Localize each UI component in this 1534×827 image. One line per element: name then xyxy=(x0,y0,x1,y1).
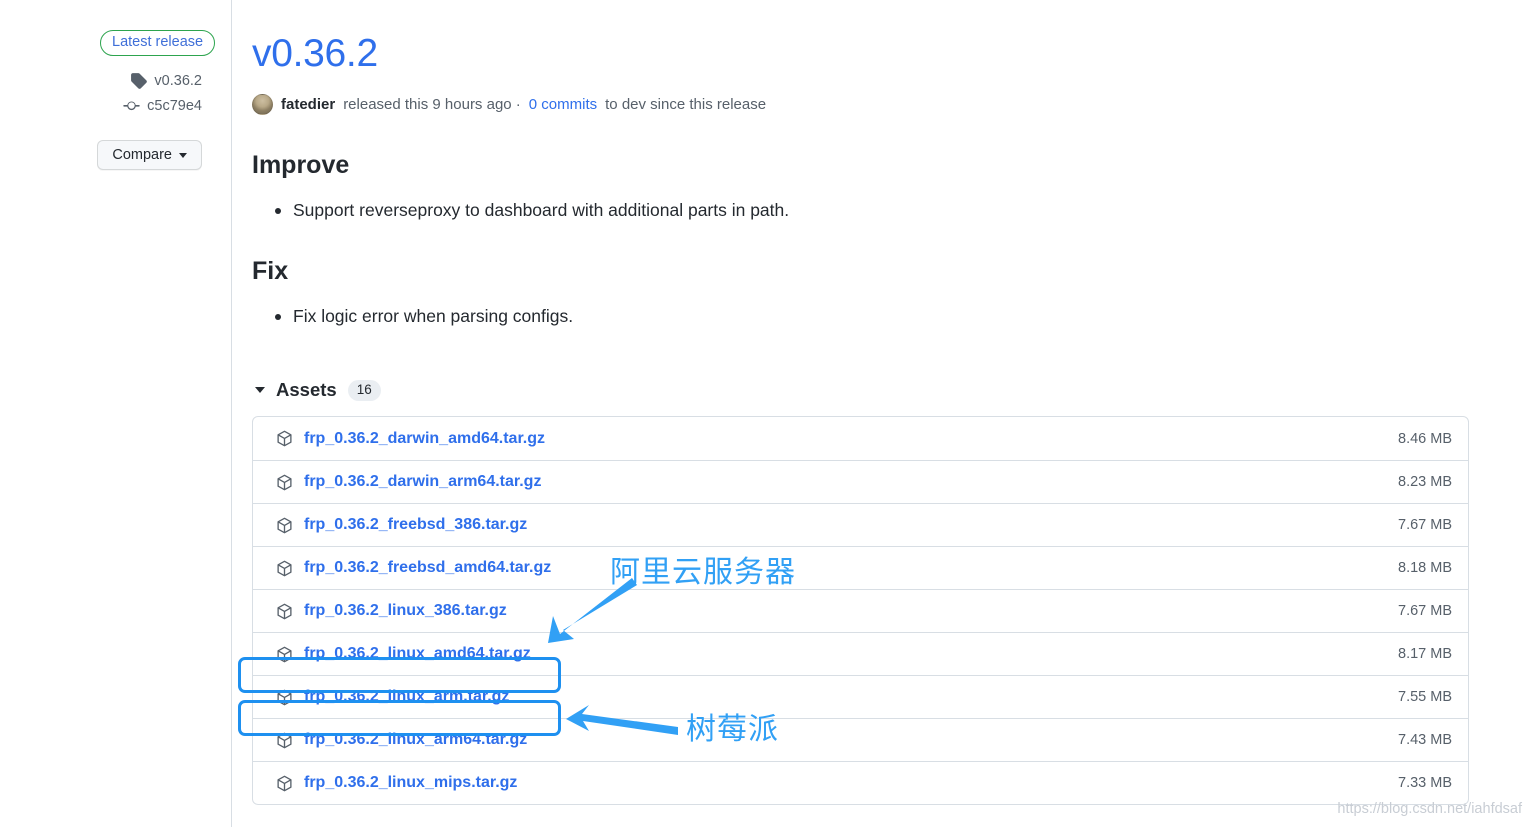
chevron-down-icon xyxy=(179,152,187,158)
commit-value: c5c79e4 xyxy=(147,97,202,114)
table-row[interactable]: frp_0.36.2_darwin_amd64.tar.gz 8.46 MB xyxy=(253,417,1468,460)
compare-button[interactable]: Compare xyxy=(97,140,202,170)
asset-link[interactable]: frp_0.36.2_linux_mips.tar.gz xyxy=(304,774,517,792)
tag-row[interactable]: v0.36.2 xyxy=(0,72,231,89)
list-item: Fix logic error when parsing configs. xyxy=(275,303,1534,329)
table-row[interactable]: frp_0.36.2_linux_386.tar.gz 7.67 MB xyxy=(253,589,1468,632)
commits-link[interactable]: 0 commits xyxy=(529,96,597,113)
asset-link[interactable]: frp_0.36.2_darwin_arm64.tar.gz xyxy=(304,473,541,491)
package-icon xyxy=(276,603,293,620)
released-text: released this 9 hours ago · xyxy=(343,96,521,113)
package-icon xyxy=(276,517,293,534)
commit-row[interactable]: c5c79e4 xyxy=(0,97,231,114)
release-sidebar: Latest release v0.36.2 c5c79e4 Compare xyxy=(0,0,232,827)
tag-value: v0.36.2 xyxy=(154,72,202,89)
asset-size: 7.67 MB xyxy=(1398,517,1452,533)
asset-link[interactable]: frp_0.36.2_linux_386.tar.gz xyxy=(304,602,507,620)
package-icon xyxy=(276,560,293,577)
compare-label: Compare xyxy=(112,147,172,163)
fix-heading: Fix xyxy=(252,257,289,285)
table-row[interactable]: frp_0.36.2_linux_arm64.tar.gz 7.43 MB xyxy=(253,718,1468,761)
since-text: to dev since this release xyxy=(605,96,767,113)
package-icon xyxy=(276,689,293,706)
assets-list: frp_0.36.2_darwin_amd64.tar.gz 8.46 MB frp… xyxy=(252,416,1469,805)
asset-size: 7.43 MB xyxy=(1398,732,1452,748)
table-row[interactable]: frp_0.36.2_linux_mips.tar.gz 7.33 MB xyxy=(253,761,1468,804)
git-commit-icon xyxy=(123,97,140,114)
assets-label: Assets xyxy=(276,379,337,400)
release-title[interactable]: v0.36.2 xyxy=(252,30,1534,78)
release-author[interactable]: fatedier xyxy=(281,96,335,113)
table-row[interactable]: frp_0.36.2_linux_arm.tar.gz 7.55 MB xyxy=(253,675,1468,718)
list-item: Support reverseproxy to dashboard with a… xyxy=(275,197,1534,223)
asset-size: 7.55 MB xyxy=(1398,689,1452,705)
package-icon xyxy=(276,430,293,447)
package-icon xyxy=(276,646,293,663)
compare-wrap: Compare xyxy=(0,140,231,170)
triangle-down-icon[interactable] xyxy=(255,387,265,393)
asset-size: 8.46 MB xyxy=(1398,430,1452,447)
latest-release-badge: Latest release xyxy=(100,30,216,56)
asset-size: 8.17 MB xyxy=(1398,646,1452,662)
asset-link[interactable]: frp_0.36.2_linux_amd64.tar.gz xyxy=(304,645,531,663)
table-row[interactable]: frp_0.36.2_freebsd_amd64.tar.gz 8.18 MB xyxy=(253,546,1468,589)
assets-count-badge: 16 xyxy=(347,379,381,401)
release-main: v0.36.2 fatedier released this 9 hours a… xyxy=(232,0,1534,827)
table-row[interactable]: frp_0.36.2_darwin_arm64.tar.gz 8.23 MB xyxy=(253,460,1468,503)
fix-list: Fix logic error when parsing configs. xyxy=(252,303,1534,329)
release-byline: fatedier released this 9 hours ago · 0 c… xyxy=(252,94,1534,115)
package-icon xyxy=(276,474,293,491)
asset-size: 8.23 MB xyxy=(1398,474,1452,490)
asset-link[interactable]: frp_0.36.2_linux_arm.tar.gz xyxy=(304,688,509,706)
asset-size: 7.33 MB xyxy=(1398,775,1452,791)
improve-list: Support reverseproxy to dashboard with a… xyxy=(252,197,1534,223)
assets-header[interactable]: Assets 16 xyxy=(252,379,1534,401)
package-icon xyxy=(276,732,293,749)
asset-link[interactable]: frp_0.36.2_freebsd_386.tar.gz xyxy=(304,516,527,534)
asset-link[interactable]: frp_0.36.2_freebsd_amd64.tar.gz xyxy=(304,559,551,577)
asset-size: 7.67 MB xyxy=(1398,603,1452,619)
table-row[interactable]: frp_0.36.2_freebsd_386.tar.gz 7.67 MB xyxy=(253,503,1468,546)
asset-size: 8.18 MB xyxy=(1398,560,1452,576)
improve-heading: Improve xyxy=(252,151,350,179)
release-page: Latest release v0.36.2 c5c79e4 Compare v… xyxy=(0,0,1534,827)
avatar[interactable] xyxy=(252,94,273,115)
asset-link[interactable]: frp_0.36.2_darwin_amd64.tar.gz xyxy=(304,430,545,448)
asset-link[interactable]: frp_0.36.2_linux_arm64.tar.gz xyxy=(304,731,527,749)
table-row[interactable]: frp_0.36.2_linux_amd64.tar.gz 8.17 MB xyxy=(253,632,1468,675)
tag-icon xyxy=(130,72,148,89)
package-icon xyxy=(276,775,293,792)
